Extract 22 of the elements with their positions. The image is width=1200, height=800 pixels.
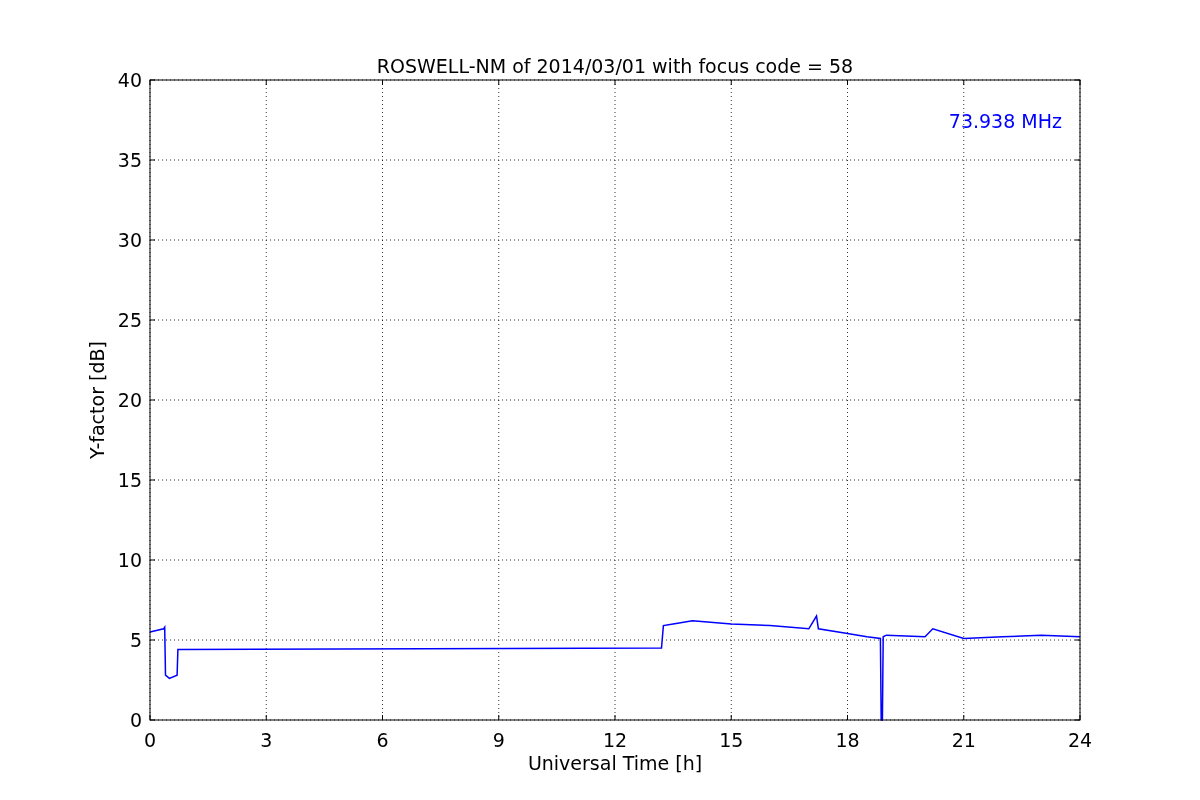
y-tick-label: 35 <box>117 149 142 171</box>
y-axis-label: Y-factor [dB] <box>86 341 108 459</box>
y-tick-label: 5 <box>129 629 142 651</box>
x-tick-label: 3 <box>260 729 273 751</box>
x-tick-label: 21 <box>951 729 976 751</box>
y-tick-label: 25 <box>117 309 142 331</box>
y-tick-label: 20 <box>117 389 142 411</box>
y-tick-label: 10 <box>117 549 142 571</box>
y-tick-label: 15 <box>117 469 142 491</box>
y-tick-label: 40 <box>117 69 142 91</box>
x-tick-label: 24 <box>1067 729 1093 751</box>
x-tick-label: 15 <box>719 729 744 751</box>
x-tick-label: 6 <box>376 729 389 751</box>
y-tick-label: 30 <box>117 229 142 251</box>
x-tick-label: 18 <box>835 729 860 751</box>
x-tick-label: 12 <box>602 729 628 751</box>
y-tick-label: 0 <box>129 709 142 731</box>
x-tick-label: 9 <box>492 729 505 751</box>
chart-title: ROSWELL-NM of 2014/03/01 with focus code = 58 <box>376 55 854 77</box>
x-axis-label: Universal Time [h] <box>527 752 703 774</box>
series-label: 73.938 MHz <box>948 110 1062 132</box>
x-tick-label: 0 <box>143 729 157 751</box>
